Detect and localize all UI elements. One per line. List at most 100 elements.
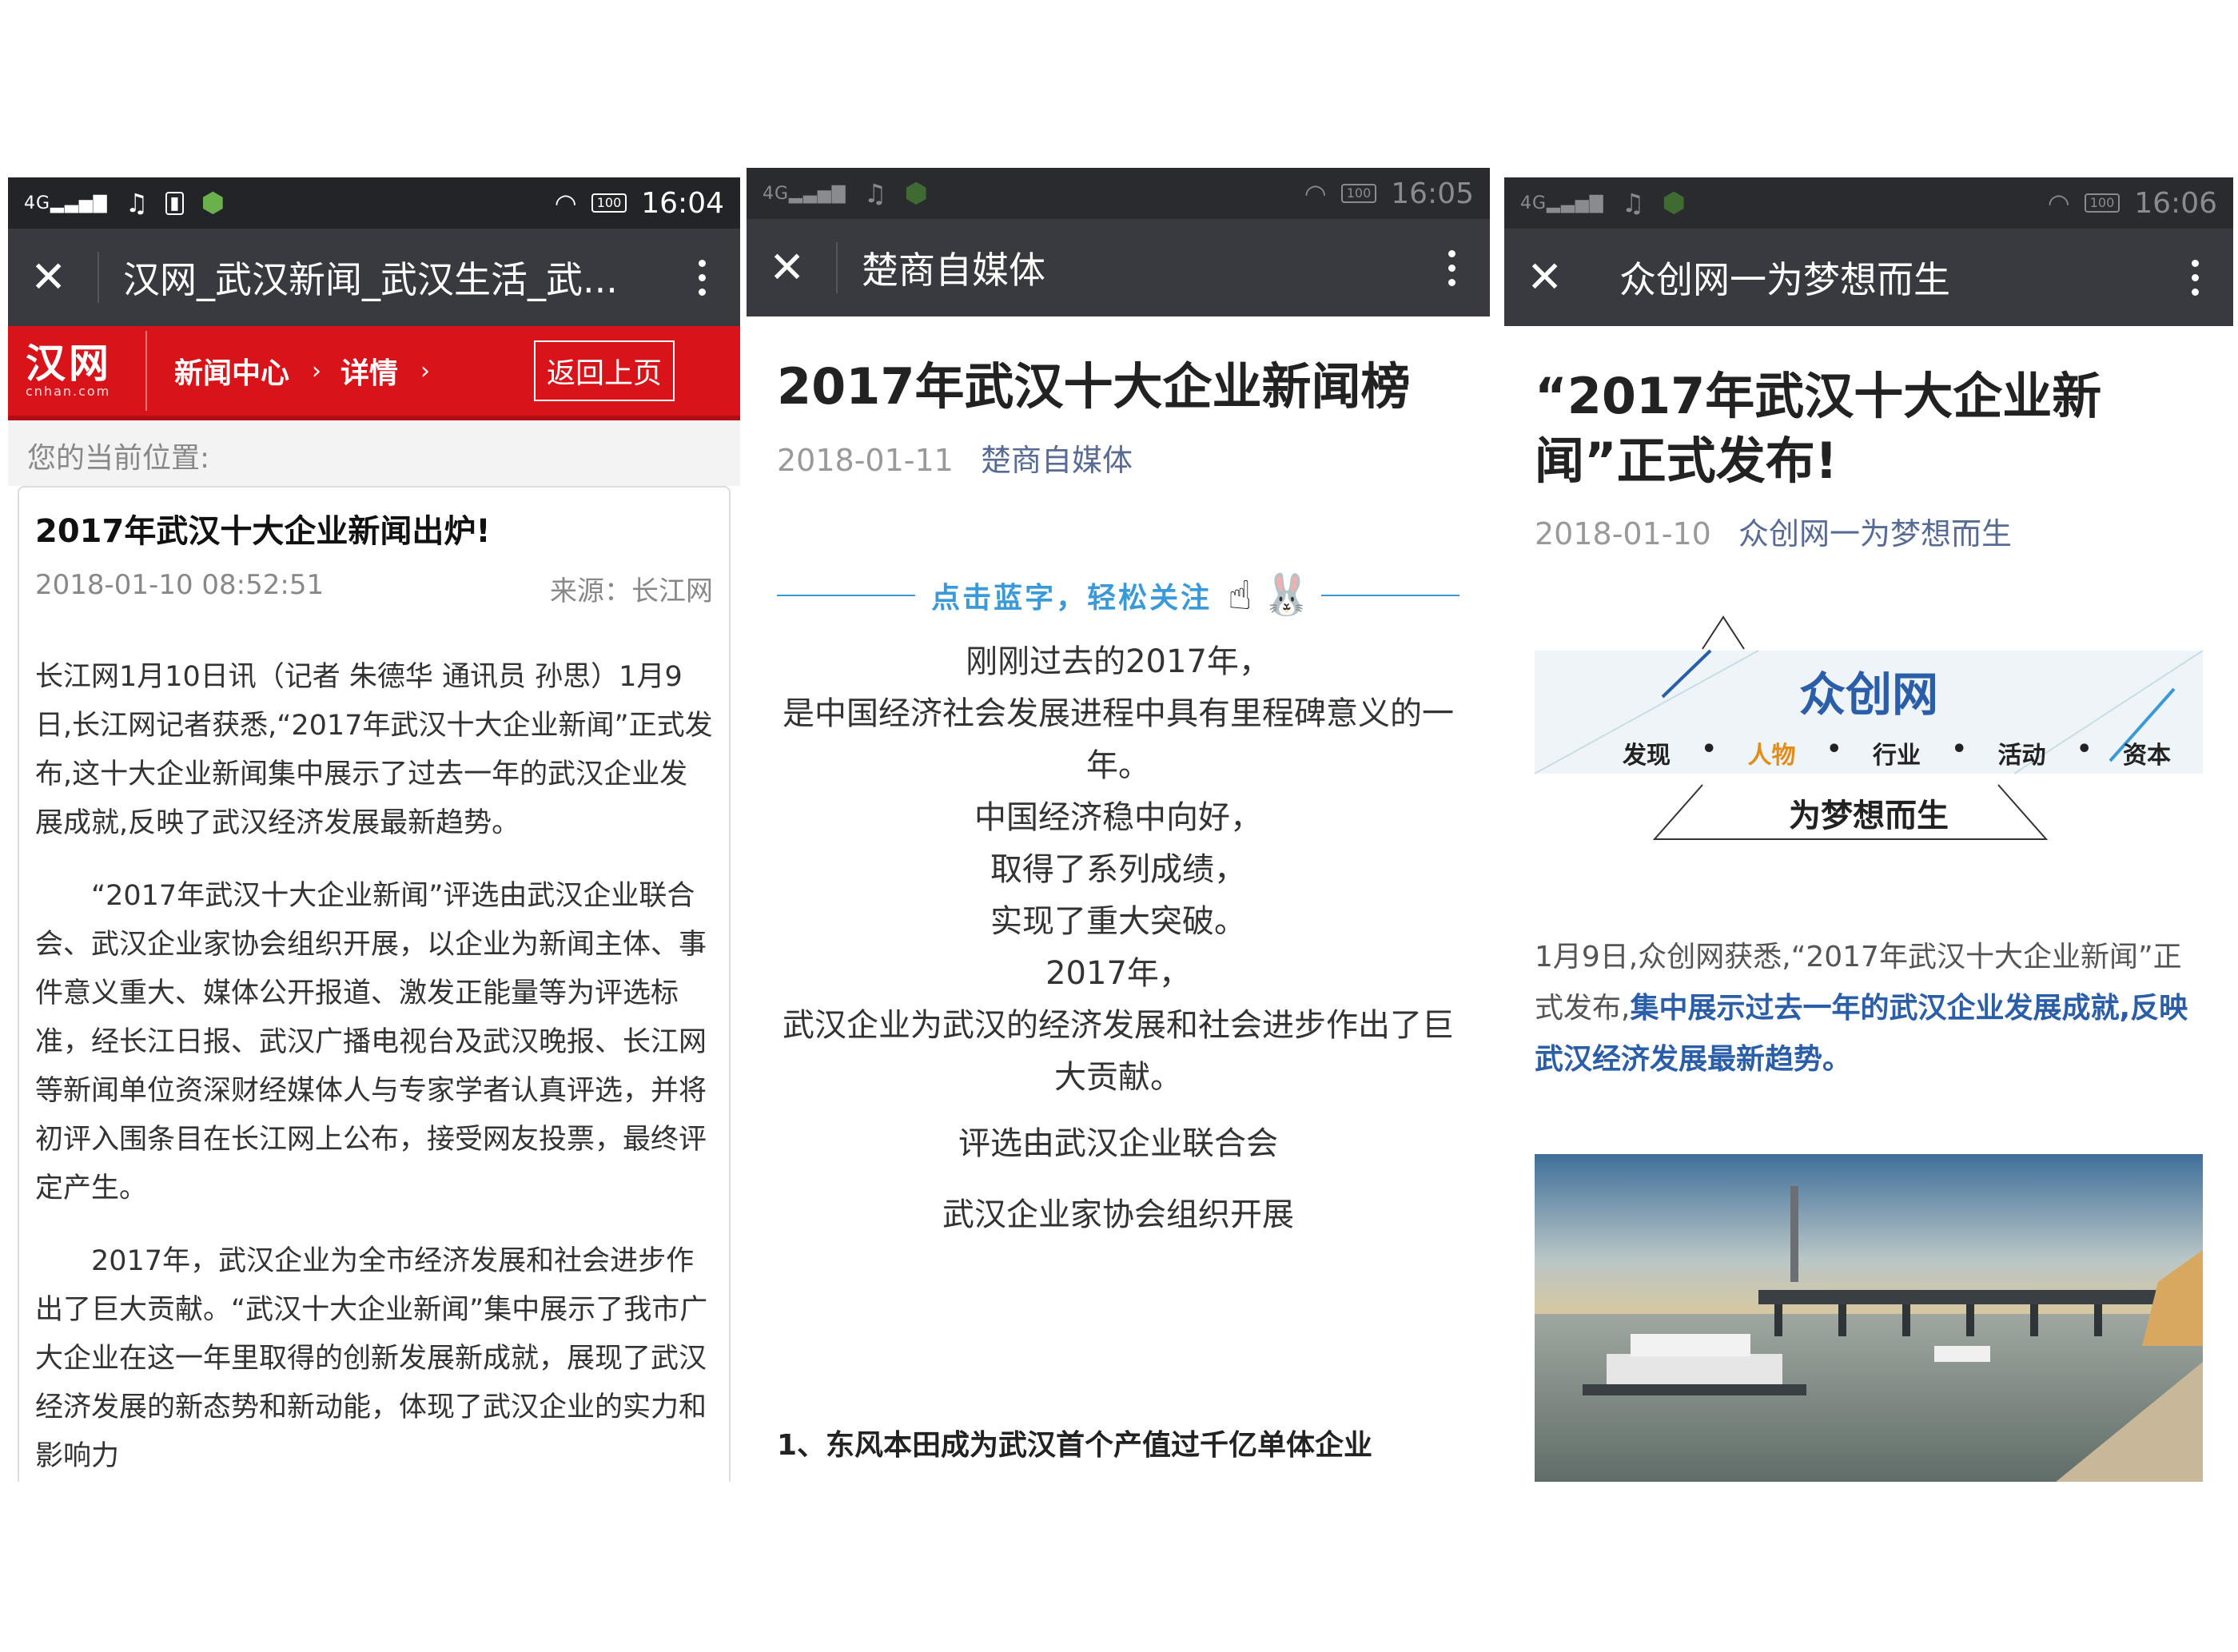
breadcrumb-detail[interactable]: 详情 [340,350,398,392]
site-header: 汉网 cnhan.com 新闻中心 › 详情 › 返回上页 [8,326,740,420]
wechat-titlebar: ✕ 楚商自媒体 [747,219,1490,316]
article-datetime: 2018-01-10 08:52:51 [35,569,325,601]
brand-banner-image: 众创网 发现 • 人物 • 行业 • 活动 • 资本 为梦想而生 [1535,601,2203,863]
breadcrumb-news-center[interactable]: 新闻中心 [174,350,289,392]
signal-icon: 4G▂▃▅▇ [24,193,108,213]
dot: • [2077,735,2093,764]
app-icon: ⬢ [1662,187,1686,219]
body-line: 中国经济稳中向好， [974,798,1262,836]
body-line: 实现了重大突破。 [990,902,1246,940]
banner-tag: 活动 [1997,742,2046,770]
wifi-icon: ◠ [2047,188,2070,218]
page-title: 汉网_武汉新闻_武汉生活_武... [123,258,618,301]
follow-text: 点击蓝字，轻松关注 [931,581,1213,615]
paragraph-highlight: 集中展示过去一年的武汉企业发展成就,反映武汉经济发展最新趋势。 [1535,992,2188,1077]
divider [98,252,99,303]
article-paragraph: 长江网1月10日讯（记者 朱德华 通讯员 孙思）1月9日,长江网记者获悉,“20… [35,661,713,839]
signal-label: 4G [24,193,51,213]
music-icon: ♫ [863,178,887,209]
bunny-mascot-icon: 🐰 [1261,571,1312,619]
article-meta: 2018-01-10 众创网一为梦想而生 [1504,493,2233,569]
current-location-label: 您的当前位置: [8,420,740,486]
signal-label: 4G [1520,193,1547,213]
article-card: 2017年武汉十大企业新闻出炉! 2018-01-10 08:52:51 来源：… [18,486,731,1482]
phone-screen-3: 4G▂▃▅▇ ♫ ⬢ ◠ 100 16:06 ✕ 众创网一为梦想而生 “2017… [1504,177,2233,1482]
clock: 16:05 [1391,177,1474,210]
article-paragraph: “2017年武汉十大企业新闻”评选由武汉企业联合会、武汉企业家协会组织开展，以企… [35,880,707,1204]
article-date: 2018-01-11 [777,442,954,478]
list-item: 1、东风本田成为武汉首个产值过千亿单体企业 [777,1428,1373,1462]
banner-slogan: 为梦想而生 [1789,798,1949,835]
music-icon: ♫ [1621,188,1645,218]
more-icon[interactable] [686,259,718,296]
more-icon[interactable] [1436,249,1467,286]
body-line: 是中国经济社会发展进程中具有里程碑意义的一年。 [783,695,1454,784]
article-meta: 2018-01-11 楚商自媒体 [747,420,1490,496]
wechat-titlebar: ✕ 众创网一为梦想而生 [1504,229,2233,326]
site-logo[interactable]: 汉网 cnhan.com [26,339,137,399]
dot: • [1701,735,1717,764]
close-icon[interactable]: ✕ [769,246,836,289]
back-button[interactable]: 返回上页 [533,340,675,401]
dot: • [1951,735,1967,764]
article-paragraph: 2017年，武汉企业为全市经济发展和社会进步作出了巨大贡献。“武汉十大企业新闻”… [35,1245,708,1472]
banner-brand: 众创网 [1798,667,1938,723]
status-bar: 4G▂▃▅▇ ♫ ⬢ ◠ 100 16:06 [1504,177,2233,229]
banner-tag: 发现 [1623,742,1671,770]
battery-icon: 100 [1340,184,1377,203]
article-date: 2018-01-10 [1535,516,1711,552]
clock: 16:06 [2134,186,2217,220]
divider [836,242,838,293]
signal-icon: 4G▂▃▅▇ [1520,193,1604,213]
article-body: 刚刚过去的2017年， 是中国经济社会发展进程中具有里程碑意义的一年。 中国经济… [747,636,1490,1246]
signal-icon: 4G▂▃▅▇ [763,183,846,204]
follow-banner[interactable]: 点击蓝字，轻松关注 ☝ 🐰 [747,559,1490,631]
close-icon[interactable]: ✕ [1527,256,1594,299]
clock: 16:04 [641,186,724,220]
banner-tag: 资本 [2123,742,2171,770]
article-meta: 2018-01-10 08:52:51 来源：长江网 [35,569,713,608]
banner-tag: 人物 [1747,742,1796,770]
pointing-hand-icon: ☝ [1228,571,1252,619]
app-icon: ⬢ [201,187,225,219]
photo-graphic [1535,1154,2203,1482]
battery-icon: 100 [591,193,627,213]
more-icon[interactable] [2179,259,2211,296]
music-icon: ♫ [125,188,149,218]
body-line: 评选由武汉企业联合会 [958,1125,1278,1162]
wifi-icon: ◠ [554,188,577,218]
article-source-link[interactable]: 众创网一为梦想而生 [1738,516,2012,551]
banner-tag: 行业 [1873,742,1921,770]
logo-text: 汉网 [26,339,112,387]
app-icon: ⬢ [904,177,929,209]
status-bar: 4G▂▃▅▇ ♫ ▮ ⬢ ◠ 100 16:04 [8,177,740,229]
storage-icon: ▮ [165,191,184,215]
battery-icon: 100 [2084,193,2121,213]
page-title: 楚商自媒体 [862,249,1045,292]
body-line: 取得了系列成绩， [990,850,1246,888]
status-bar: 4G▂▃▅▇ ♫ ⬢ ◠ 100 16:05 [747,168,1490,219]
page-title: 众创网一为梦想而生 [1619,258,1950,301]
article-title: 2017年武汉十大企业新闻出炉! [35,513,491,550]
chevron-right-icon: › [420,356,431,385]
article-title: 2017年武汉十大企业新闻榜 [777,357,1411,416]
body-line: 武汉企业为武汉的经济发展和社会进步作出了巨大贡献。 [783,1006,1454,1096]
article-source-link[interactable]: 楚商自媒体 [981,443,1133,478]
close-icon[interactable]: ✕ [30,256,98,299]
wifi-icon: ◠ [1304,178,1327,209]
divider [1594,252,1595,303]
banner-tags: 发现 • 人物 • 行业 • 活动 • 资本 [1623,735,2171,770]
divider [1320,594,1460,596]
body-line: 武汉企业家协会组织开展 [942,1196,1294,1233]
riverside-bridge-photo [1535,1154,2203,1482]
signal-label: 4G [763,183,790,204]
article-title: “2017年武汉十大企业新闻”正式发布! [1535,367,2102,490]
body-line: 刚刚过去的2017年， [966,643,1271,680]
phone-screen-1: 4G▂▃▅▇ ♫ ▮ ⬢ ◠ 100 16:04 ✕ 汉网_武汉新闻_武汉生活_… [8,177,740,1482]
wechat-titlebar: ✕ 汉网_武汉新闻_武汉生活_武... [8,229,740,326]
dot: • [1826,735,1842,764]
divider [145,331,147,411]
article-paragraph: 1月9日,众创网获悉,“2017年武汉十大企业新闻”正式发布,集中展示过去一年的… [1504,932,2233,1085]
body-line: 2017年， [1045,954,1191,992]
logo-subtext: cnhan.com [26,383,111,399]
